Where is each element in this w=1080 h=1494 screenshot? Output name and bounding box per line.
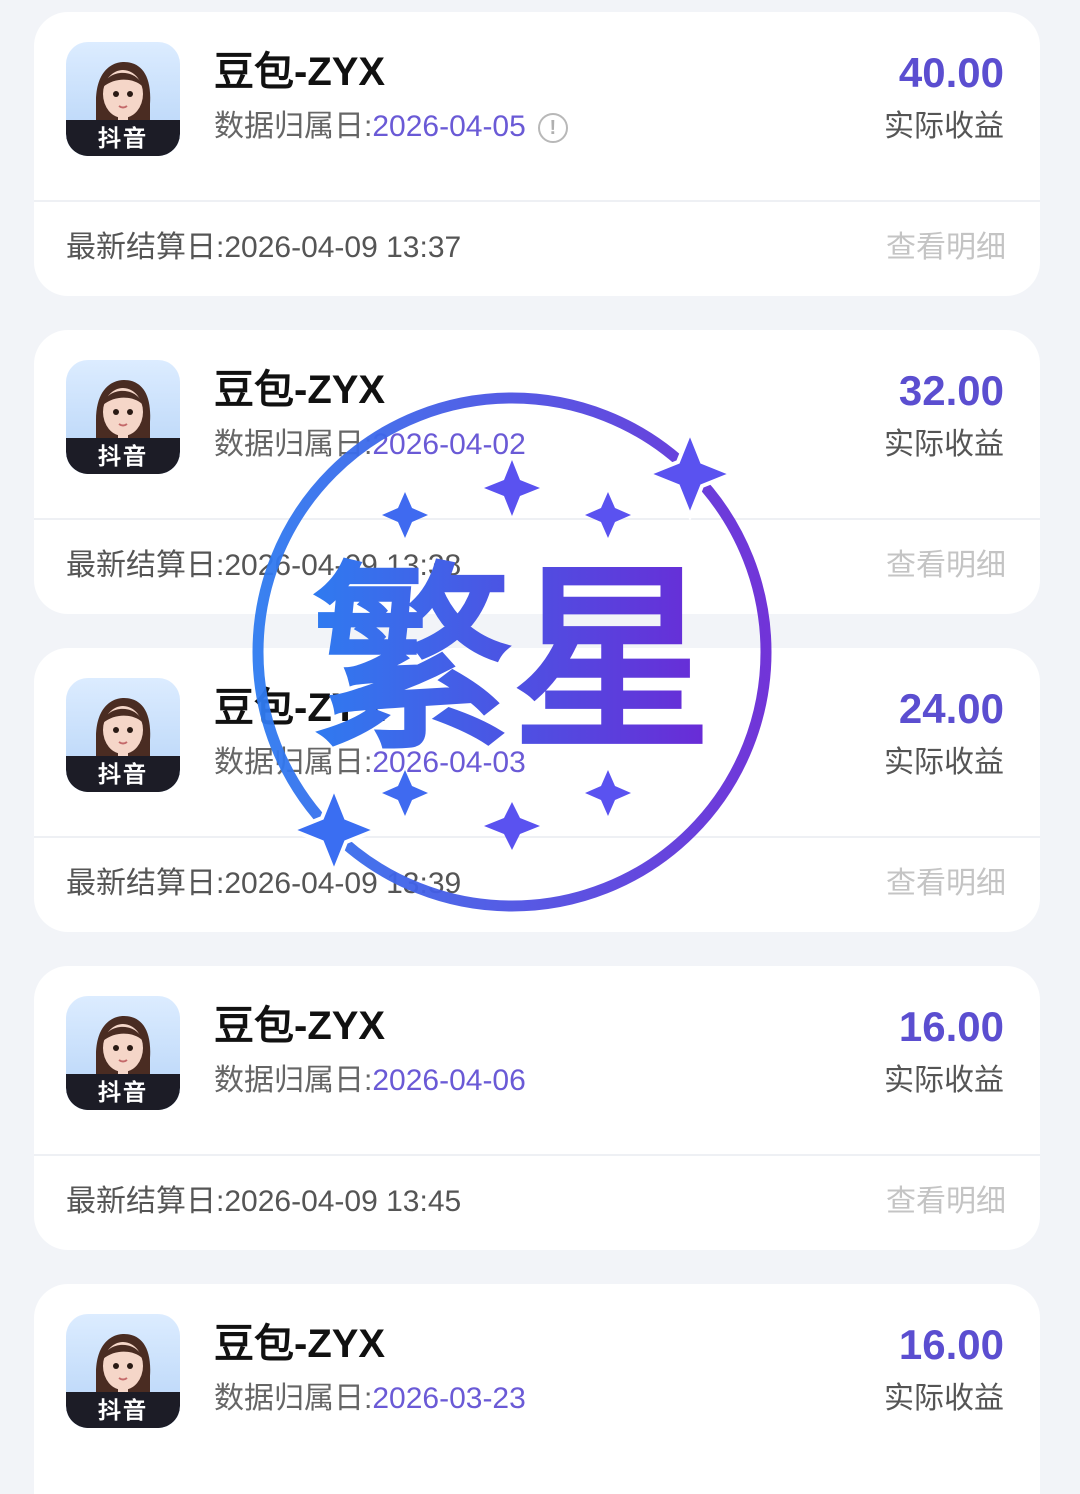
data-date-label: 数据归属日: [214, 746, 373, 779]
view-details-link[interactable]: 查看明细 [886, 228, 1006, 268]
avatar: 抖音 [66, 996, 180, 1110]
earnings-amount-label: 实际收益 [884, 110, 1004, 143]
earnings-amount-label: 实际收益 [884, 1064, 1004, 1097]
data-date-line: 数据归属日:2026-04-02 [214, 425, 526, 465]
settle-date: 最新结算日:2026-04-09 13:37 [66, 231, 462, 264]
data-date-value: 2026-04-02 [372, 428, 526, 461]
earnings-amount-label: 实际收益 [884, 1382, 1004, 1415]
platform-tag: 抖音 [66, 1392, 180, 1428]
account-name: 豆包-ZYX [214, 50, 386, 94]
settle-date: 最新结算日:2026-04-09 13:45 [66, 1185, 462, 1218]
earnings-amount: 16.00 [898, 1321, 1004, 1368]
data-date-label: 数据归属日: [214, 110, 373, 143]
data-date-line: 数据归属日:2026-04-03 [214, 743, 526, 783]
data-date-value: 2026-04-05 [372, 110, 526, 143]
data-date-label: 数据归属日: [214, 428, 373, 461]
platform-tag: 抖音 [66, 756, 180, 792]
platform-tag: 抖音 [66, 438, 180, 474]
earnings-amount: 40.00 [898, 49, 1004, 96]
data-date-line: 数据归属日:2026-03-23 [214, 1379, 526, 1419]
account-name: 豆包-ZYX [214, 1322, 386, 1366]
data-date-line: 数据归属日:2026-04-06 [214, 1061, 526, 1101]
account-name: 豆包-ZYX [214, 1004, 386, 1048]
earnings-card[interactable]: 抖音 豆包-ZYX 数据归属日:2026-04-03 24.00 实际收益 最新… [34, 648, 1040, 932]
avatar: 抖音 [66, 42, 180, 156]
view-details-link[interactable]: 查看明细 [886, 546, 1006, 586]
data-date-label: 数据归属日: [214, 1382, 373, 1415]
data-date-label: 数据归属日: [214, 1064, 373, 1097]
settle-date: 最新结算日:2026-04-09 13:39 [66, 867, 462, 900]
platform-tag: 抖音 [66, 1074, 180, 1110]
avatar: 抖音 [66, 678, 180, 792]
earnings-amount-label: 实际收益 [884, 746, 1004, 779]
avatar: 抖音 [66, 360, 180, 474]
earnings-amount: 16.00 [898, 1003, 1004, 1050]
earnings-amount-label: 实际收益 [884, 428, 1004, 461]
data-date-value: 2026-04-06 [372, 1064, 526, 1097]
account-name: 豆包-ZYX [214, 686, 386, 730]
account-name: 豆包-ZYX [214, 368, 386, 412]
earnings-card[interactable]: 抖音 豆包-ZYX 数据归属日:2026-04-06 16.00 实际收益 最新… [34, 966, 1040, 1250]
data-date-value: 2026-04-03 [372, 746, 526, 779]
view-details-link[interactable]: 查看明细 [886, 864, 1006, 904]
avatar: 抖音 [66, 1314, 180, 1428]
info-icon[interactable]: ! [537, 113, 568, 144]
data-date-line: 数据归属日:2026-04-05! [214, 107, 568, 147]
earnings-amount: 32.00 [898, 367, 1004, 414]
earnings-amount: 24.00 [898, 685, 1004, 732]
earnings-card[interactable]: 抖音 豆包-ZYX 数据归属日:2026-03-23 16.00 实际收益 [34, 1284, 1040, 1494]
data-date-value: 2026-03-23 [372, 1382, 526, 1415]
earnings-card[interactable]: 抖音 豆包-ZYX 数据归属日:2026-04-02 32.00 实际收益 最新… [34, 330, 1040, 614]
settle-date: 最新结算日:2026-04-09 13:38 [66, 549, 462, 582]
platform-tag: 抖音 [66, 120, 180, 156]
earnings-card[interactable]: 抖音 豆包-ZYX 数据归属日:2026-04-05! 40.00 实际收益 最… [34, 12, 1040, 296]
view-details-link[interactable]: 查看明细 [886, 1182, 1006, 1222]
